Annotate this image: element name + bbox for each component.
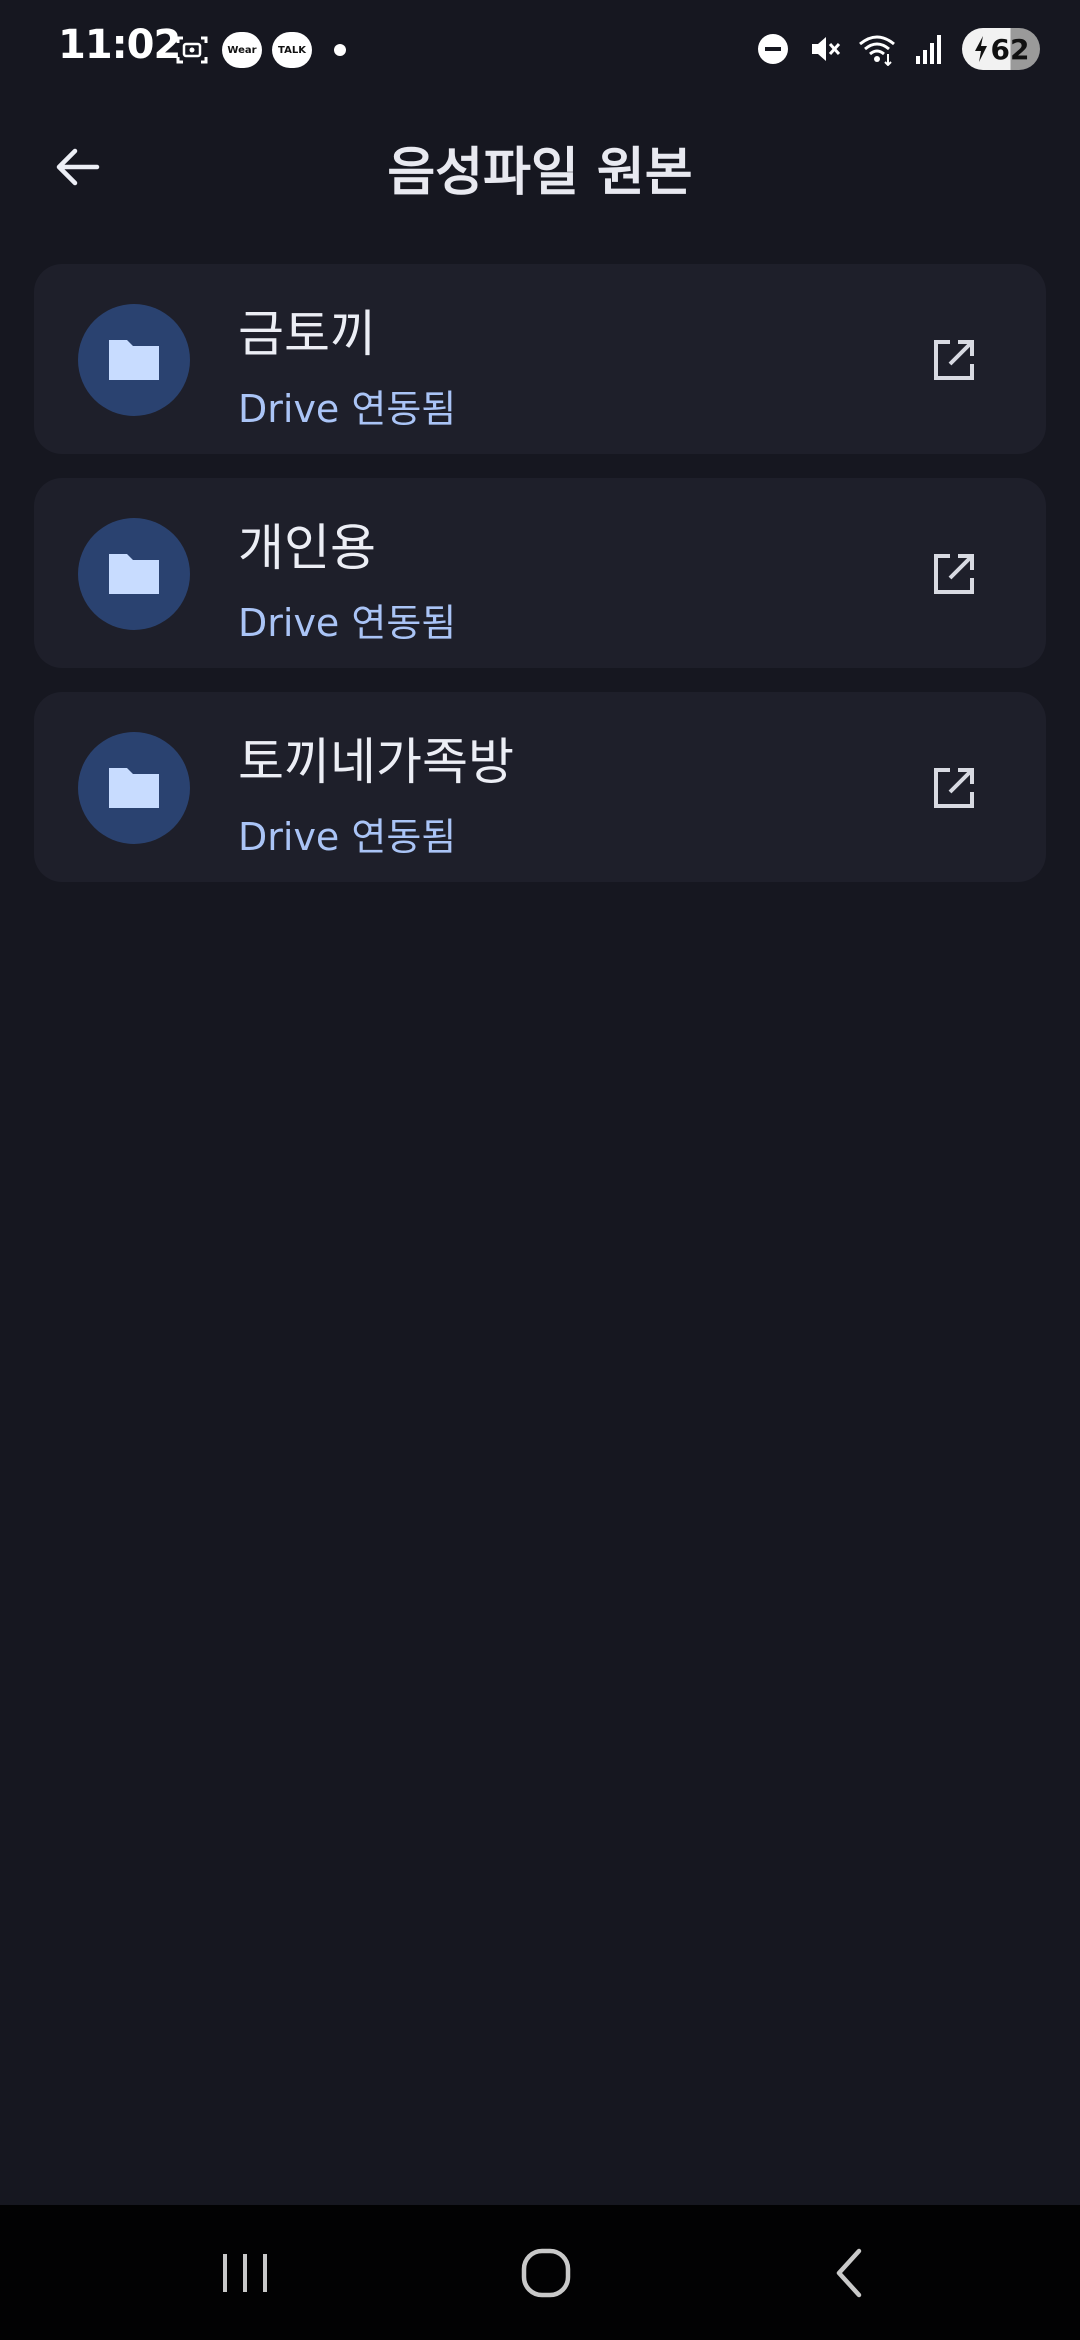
dnd-icon [754, 29, 792, 69]
screenshot-icon [172, 30, 212, 70]
wifi-icon [858, 29, 896, 69]
folder-name: 토끼네가족방 [238, 733, 514, 791]
battery-indicator: 62 [962, 28, 1040, 70]
system-back-button[interactable] [750, 2205, 950, 2340]
status-time: 11:02 [58, 22, 181, 68]
open-external-button[interactable] [920, 326, 988, 394]
open-external-icon [934, 554, 974, 594]
folder-icon [109, 340, 159, 380]
battery-level: 62 [990, 32, 1030, 66]
folder-card[interactable]: 토끼네가족방 Drive 연동됨 [34, 692, 1046, 882]
folder-list: 금토끼 Drive 연동됨 개인용 Drive 연동됨 토끼네가족방 Drive… [34, 264, 1046, 906]
home-icon [521, 2248, 571, 2297]
open-external-icon [934, 340, 974, 380]
open-external-button[interactable] [920, 754, 988, 822]
folder-name: 금토끼 [238, 305, 376, 363]
mute-icon [806, 29, 844, 69]
folder-sync-status: Drive 연동됨 [238, 387, 457, 431]
wear-icon: Wear [222, 32, 262, 68]
recent-apps-icon [223, 2253, 267, 2292]
folder-name: 개인용 [238, 519, 376, 577]
folder-icon [109, 768, 159, 808]
folder-avatar [78, 732, 190, 844]
status-bar: 11:02 Wear TALK 62 [0, 0, 1080, 100]
status-left-icons: Wear TALK [172, 30, 346, 70]
folder-icon [109, 554, 159, 594]
folder-card[interactable]: 금토끼 Drive 연동됨 [34, 264, 1046, 454]
home-button[interactable] [446, 2205, 646, 2340]
talk-icon: TALK [272, 32, 312, 68]
folder-avatar [78, 304, 190, 416]
status-right-icons: 62 [754, 28, 1040, 70]
signal-icon [910, 29, 948, 69]
folder-sync-status: Drive 연동됨 [238, 601, 457, 645]
notification-dot-icon [334, 44, 346, 56]
folder-avatar [78, 518, 190, 630]
open-external-icon [934, 768, 974, 808]
charging-icon [974, 36, 987, 62]
folder-card[interactable]: 개인용 Drive 연동됨 [34, 478, 1046, 668]
back-icon [836, 2248, 862, 2297]
open-external-button[interactable] [920, 540, 988, 608]
system-nav-bar [0, 2205, 1080, 2340]
folder-sync-status: Drive 연동됨 [238, 815, 457, 859]
recent-apps-button[interactable] [145, 2205, 345, 2340]
app-header: 음성파일 원본 [0, 110, 1080, 220]
page-title: 음성파일 원본 [387, 143, 693, 203]
